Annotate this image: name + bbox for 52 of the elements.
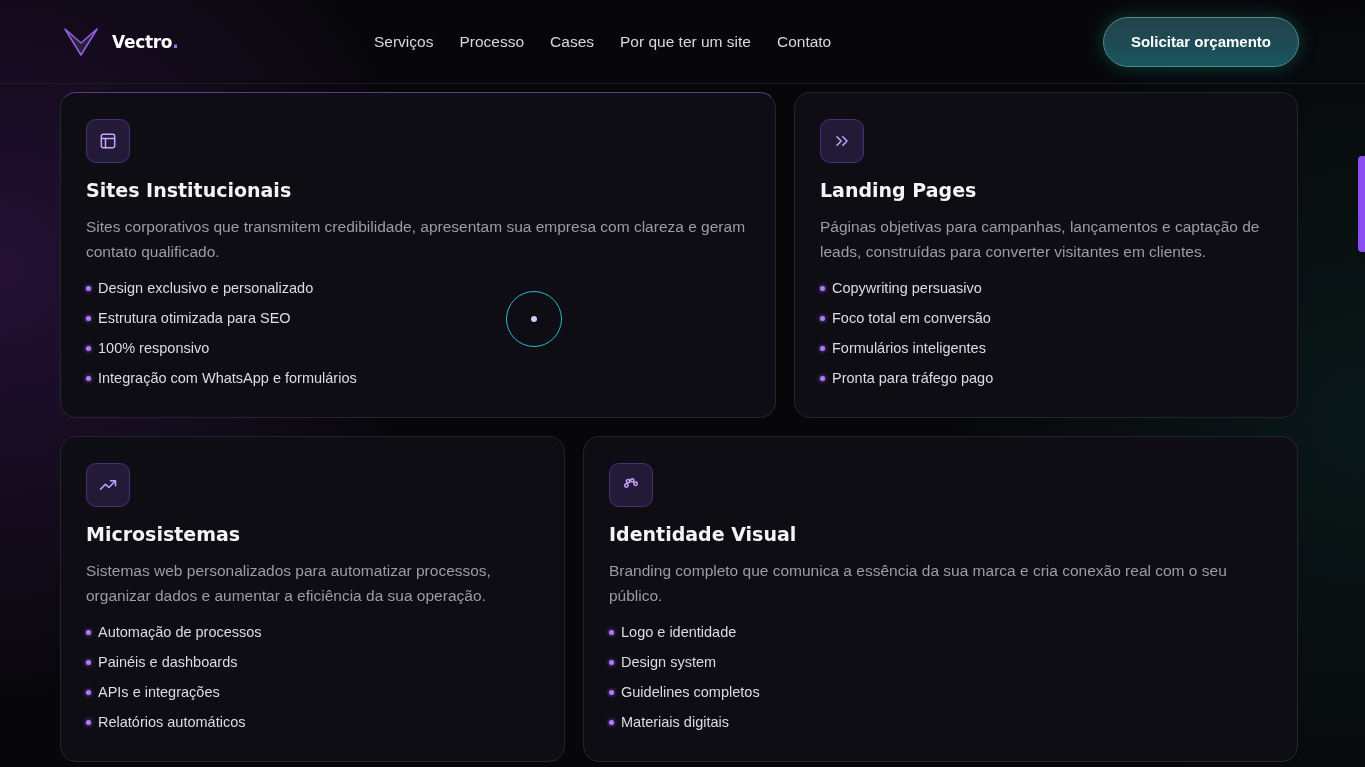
card-description: Branding completo que comunica a essência da sua marca e cria conexão real com o seu público.: [609, 561, 1228, 606]
bullet-icon: [86, 659, 91, 665]
bullet-icon: [86, 285, 91, 291]
feature-text: Guidelines completos: [621, 683, 760, 702]
layout-icon: [86, 119, 130, 163]
card-description: Páginas objetivas para campanhas, lançamentos e captação de leads, construídas para converter visitantes em clientes.: [820, 217, 1261, 262]
nav-link[interactable]: Serviços: [374, 32, 434, 51]
card-title: Sites Institucionais: [86, 179, 292, 201]
feature-text: APIs e integrações: [98, 683, 220, 702]
bullet-icon: [609, 659, 614, 665]
trend-up-icon: [86, 463, 130, 507]
logo-icon: [64, 26, 98, 57]
feature-text: 100% responsivo: [98, 339, 210, 358]
bullet-icon: [820, 375, 825, 381]
feature-text: Relatórios automáticos: [98, 713, 246, 732]
card-description: Sites corporativos que transmitem credibilidade, apresentam sua empresa com clareza e geram contato qualificado.: [86, 217, 747, 262]
bullet-icon: [609, 629, 614, 635]
brand-name[interactable]: Vectro.: [112, 31, 179, 52]
bullet-icon: [820, 345, 825, 351]
feature-text: Formulários inteligentes: [832, 339, 986, 358]
bullet-icon: [86, 375, 91, 381]
nav-link[interactable]: Por que ter um site: [620, 32, 751, 51]
card-title: Landing Pages: [820, 179, 977, 201]
quote-button[interactable]: Solicitar orçamento: [1102, 16, 1299, 67]
feature-text: Design exclusivo e personalizado: [98, 279, 314, 298]
feature-text: Automação de processos: [98, 623, 262, 642]
bullet-icon: [609, 689, 614, 695]
feature-text: Painéis e dashboards: [98, 653, 238, 672]
feature-text: Logo e identidade: [621, 623, 737, 642]
bullet-icon: [86, 689, 91, 695]
nav-link[interactable]: Contato: [776, 32, 832, 51]
feature-text: Integração com WhatsApp e formulários: [98, 369, 357, 388]
bullet-icon: [86, 345, 91, 351]
nav-link[interactable]: Cases: [550, 32, 594, 51]
bullet-icon: [820, 285, 825, 291]
bullet-icon: [820, 315, 825, 321]
bullet-icon: [86, 719, 91, 725]
feature-text: Materiais digitais: [621, 713, 729, 732]
bullet-icon: [609, 719, 614, 725]
bullet-icon: [86, 315, 91, 321]
scrollbar-thumb[interactable]: [1358, 156, 1365, 252]
double-chevron-icon: [820, 119, 864, 163]
card-description: Sistemas web personalizados para automatizar processos, organizar dados e aumentar a eficiência da sua operação.: [86, 561, 492, 606]
bullet-icon: [86, 629, 91, 635]
feature-text: Copywriting persuasivo: [832, 279, 982, 298]
feature-text: Design system: [621, 653, 717, 672]
card-title: Microsistemas: [86, 523, 241, 545]
feature-text: Pronta para tráfego pago: [832, 369, 994, 388]
feature-text: Foco total em conversão: [832, 309, 991, 328]
card-title: Identidade Visual: [609, 523, 797, 545]
feature-text: Estrutura otimizada para SEO: [98, 309, 291, 328]
nav-link[interactable]: Processo: [459, 32, 525, 51]
